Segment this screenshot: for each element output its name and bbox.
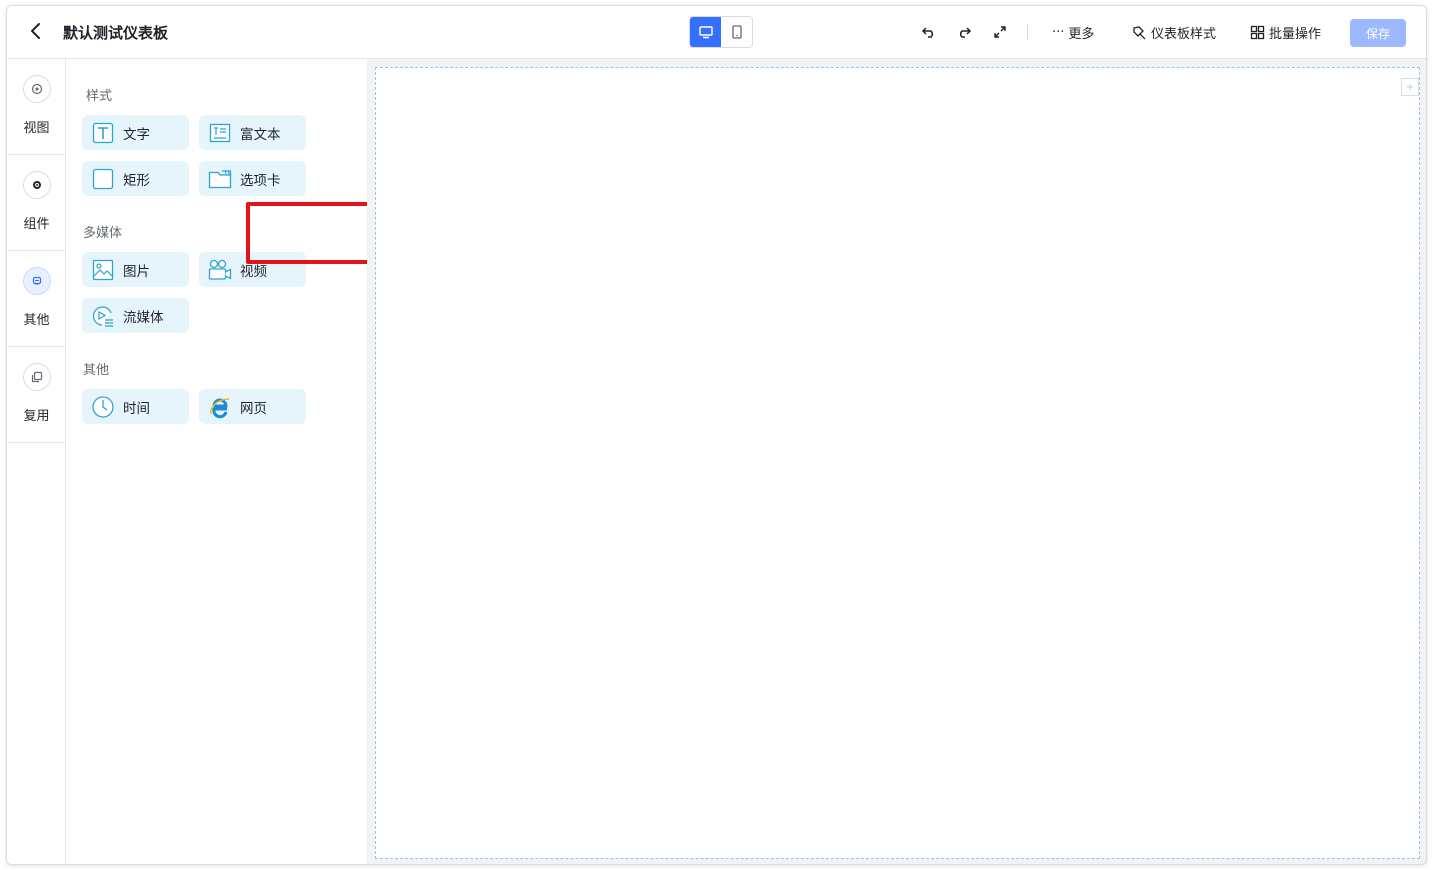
text-icon bbox=[91, 121, 115, 145]
component-time[interactable]: 时间 bbox=[82, 389, 189, 424]
dashboard-editor-window: 默认测试仪表板 ··· 更多 仪表板样式 批量操作 保存 视图 组件 其他 复用… bbox=[6, 5, 1427, 865]
style-icon bbox=[1133, 25, 1146, 39]
component-webpage[interactable]: 网页 bbox=[199, 389, 306, 424]
component-panel: 样式 文字 富文本 矩形 选项卡 多媒体 图片 视频 流媒体 其他 时间 网页 bbox=[67, 59, 427, 864]
dashboard-style-button[interactable]: 仪表板样式 bbox=[1131, 23, 1216, 42]
device-toggle bbox=[689, 16, 753, 48]
rail-item-other[interactable]: 其他 bbox=[7, 251, 66, 347]
rich-text-icon bbox=[208, 121, 232, 145]
top-bar: 默认测试仪表板 ··· 更多 仪表板样式 批量操作 保存 bbox=[7, 6, 1426, 59]
fullscreen-icon[interactable] bbox=[989, 21, 1011, 43]
section-title-multimedia: 多媒体 bbox=[83, 226, 123, 241]
rail-item-component[interactable]: 组件 bbox=[7, 155, 66, 251]
rectangle-icon bbox=[91, 167, 115, 191]
reuse-icon bbox=[23, 363, 51, 391]
desktop-view-button[interactable] bbox=[690, 17, 721, 47]
component-rectangle[interactable]: 矩形 bbox=[82, 161, 189, 196]
grid-icon bbox=[1250, 25, 1265, 40]
back-icon[interactable] bbox=[25, 20, 47, 42]
desktop-icon bbox=[698, 26, 713, 39]
other-icon bbox=[23, 267, 51, 295]
component-image[interactable]: 图片 bbox=[82, 252, 189, 287]
component-tabs[interactable]: 选项卡 bbox=[199, 161, 306, 196]
rail-item-view[interactable]: 视图 bbox=[7, 59, 66, 155]
highlight-tabs-box bbox=[246, 202, 376, 264]
left-nav-rail: 视图 组件 其他 复用 bbox=[7, 59, 66, 864]
component-icon bbox=[23, 171, 51, 199]
toolbar-divider bbox=[1027, 24, 1028, 40]
browser-icon bbox=[208, 395, 232, 419]
section-title-other: 其他 bbox=[83, 363, 110, 378]
view-icon bbox=[23, 75, 51, 103]
section-title-style: 样式 bbox=[86, 89, 113, 104]
save-button[interactable]: 保存 bbox=[1350, 19, 1406, 47]
component-rich-text[interactable]: 富文本 bbox=[199, 115, 306, 150]
batch-operation-button[interactable]: 批量操作 bbox=[1250, 23, 1321, 42]
dashboard-canvas[interactable] bbox=[375, 67, 1420, 859]
mobile-icon bbox=[731, 25, 742, 39]
redo-icon[interactable] bbox=[953, 21, 975, 43]
component-text[interactable]: 文字 bbox=[82, 115, 189, 150]
image-icon bbox=[91, 258, 115, 282]
more-icon: ··· bbox=[1052, 25, 1065, 40]
undo-icon[interactable] bbox=[918, 21, 940, 43]
clock-icon bbox=[91, 395, 115, 419]
mobile-view-button[interactable] bbox=[721, 17, 752, 47]
dashboard-title: 默认测试仪表板 bbox=[63, 24, 169, 42]
rail-item-reuse[interactable]: 复用 bbox=[7, 347, 66, 443]
tabs-icon bbox=[208, 167, 232, 191]
video-camera-icon bbox=[208, 258, 232, 282]
streaming-icon bbox=[91, 304, 115, 328]
component-streaming[interactable]: 流媒体 bbox=[82, 298, 189, 333]
canvas-add-icon[interactable] bbox=[1401, 78, 1419, 96]
canvas-area bbox=[367, 59, 1426, 864]
more-button[interactable]: ··· 更多 bbox=[1052, 23, 1094, 42]
